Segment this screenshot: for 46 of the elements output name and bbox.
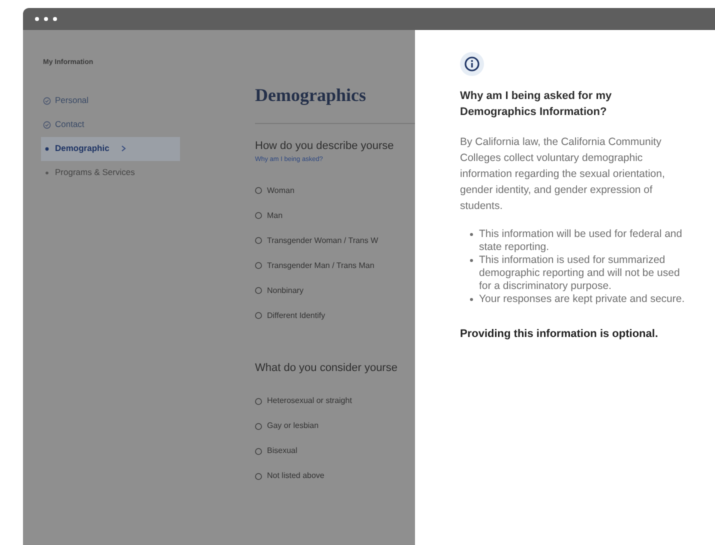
sidebar-item[interactable]: Contact (41, 112, 180, 136)
sidebar-item-label: Personal (55, 94, 89, 107)
radio-label: Bisexual (267, 445, 298, 458)
check-circle-icon (43, 96, 51, 104)
check-circle-icon (43, 120, 51, 128)
chevron-right-icon (121, 145, 126, 152)
bullet-icon (43, 144, 51, 152)
radio-button[interactable] (255, 398, 262, 405)
page-heading: Demographics (255, 84, 367, 107)
bullet-text: Your responses are kept private and secure. (479, 293, 685, 306)
sidebar-item[interactable]: Programs & Services (41, 160, 180, 184)
bullet-icon (470, 233, 473, 236)
radio-button[interactable] (255, 237, 262, 244)
radio-label: Nonbinary (267, 284, 304, 297)
info-heading: Why am I being asked for my Demographics Information? (460, 89, 613, 120)
radio-button[interactable] (255, 287, 262, 294)
radio-label: Not listed above (267, 470, 324, 482)
question-text: How do you describe yourse (255, 139, 395, 154)
radio-label: Different Identify (267, 310, 326, 322)
radio-label: Gay or lesbian (267, 420, 319, 432)
radio-button[interactable] (255, 422, 262, 430)
sidebar-item-label: Programs & Services (55, 166, 135, 179)
radio-button[interactable] (255, 448, 262, 455)
info-icon (460, 52, 484, 76)
bullet-text: This information will be used for federal and state reporting. (479, 228, 684, 254)
question-text: What do you consider yourse (255, 361, 398, 376)
bullet-text: This information is used for summarized demographic reporting and will not be used for a discriminatory purpose. (479, 254, 681, 293)
radio-label: Transgender Woman / Trans W (267, 234, 378, 247)
sidebar-item-label: Contact (55, 118, 84, 131)
bullet-icon (470, 298, 473, 301)
radio-button[interactable] (255, 262, 262, 270)
info-paragraph: By California law, the California Community Colleges collect voluntary demographic information regarding the sexual orientation, gender identity, and gender expression of students. (460, 135, 666, 214)
radio-label: Woman (267, 184, 294, 197)
sidebar-item-label: Demographic (55, 142, 110, 155)
radio-button[interactable] (255, 472, 262, 480)
radio-label: Man (267, 210, 283, 222)
radio-label: Transgender Man / Trans Man (267, 260, 374, 272)
radio-button[interactable] (255, 212, 262, 220)
sidebar-item[interactable]: Personal (41, 88, 180, 112)
optional-note: Providing this information is optional. (460, 327, 659, 342)
radio-button[interactable] (255, 312, 262, 320)
radio-label: Heterosexual or straight (267, 395, 352, 408)
sidebar-item[interactable]: Demographic (41, 136, 180, 160)
bullet-icon (43, 168, 51, 176)
radio-button[interactable] (255, 187, 262, 194)
bullet-icon (470, 259, 473, 262)
